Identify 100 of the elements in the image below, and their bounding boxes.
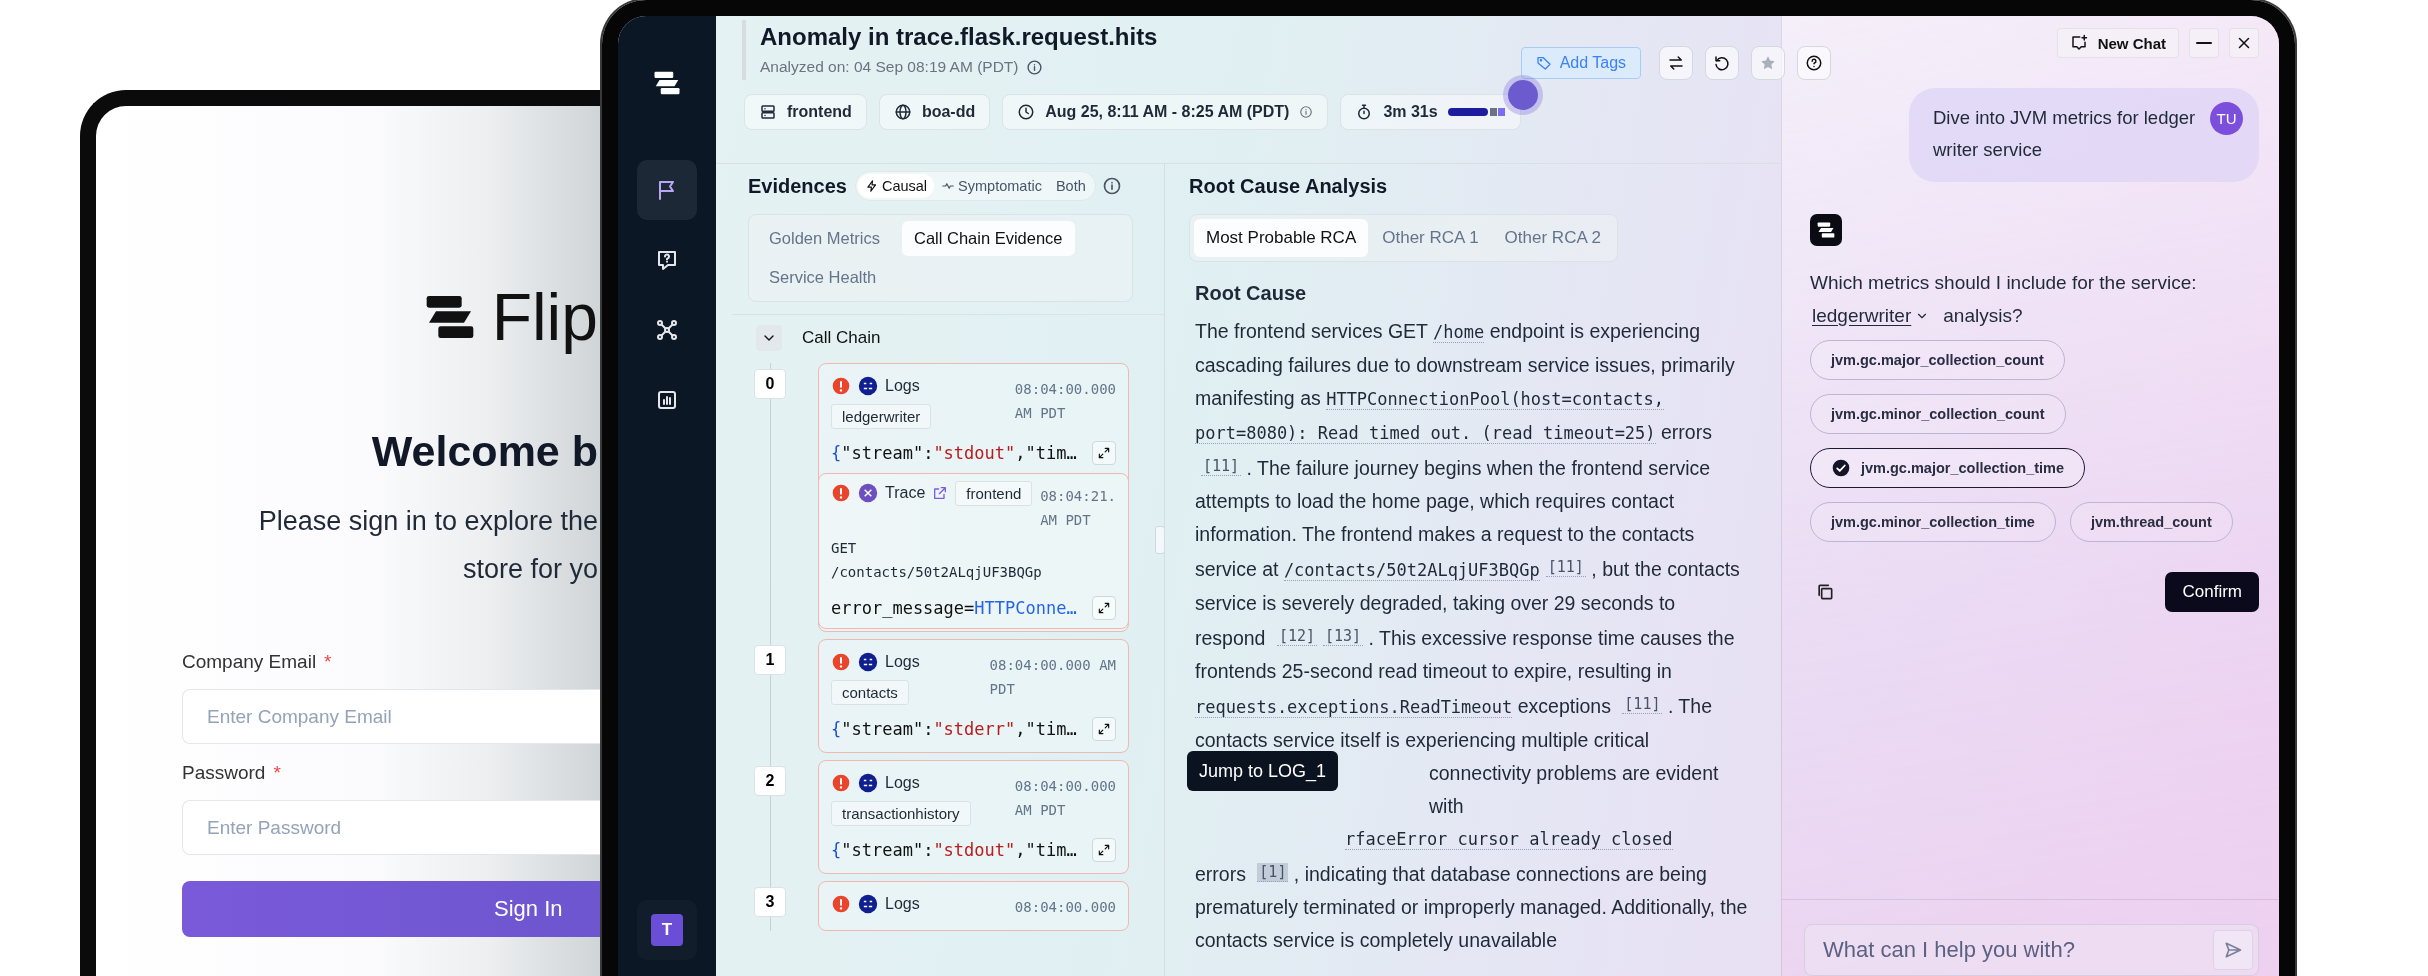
send-icon	[2223, 940, 2243, 960]
timestamp-text: AM PDT	[1040, 511, 1092, 530]
help-button[interactable]	[1797, 46, 1832, 80]
evidence-card[interactable]: Logs ledgerwriter 08:04:00.000 AM PDT {"stream":"stdout","tim… Trace frontend 08:04:21. AM PDT GET /contacts/50t2ALqjUF3BQGp error_message=HTTPConne…	[818, 363, 1129, 632]
reference-link[interactable]: [11]	[1201, 457, 1242, 476]
log-snippet: {"stream":"stdout","tim…	[831, 840, 1077, 860]
field-label: Password	[182, 762, 266, 785]
tab[interactable]: Golden Metrics	[757, 221, 892, 256]
minimize-button[interactable]	[2189, 28, 2219, 58]
tab[interactable]: Call Chain Evidence	[901, 221, 1075, 256]
timestamp-text: 08:04:00.000	[1014, 898, 1116, 917]
metric-option[interactable]: jvm.gc.major_collection_count	[1810, 340, 2065, 380]
tab[interactable]: Service Health	[757, 260, 889, 295]
lightning-icon	[864, 179, 879, 193]
swap-arrows-icon	[1667, 54, 1686, 72]
metric-option[interactable]: jvm.thread_count	[2069, 502, 2233, 542]
timestamp-text: PDT	[989, 680, 1016, 699]
expand-button[interactable]	[1092, 717, 1116, 741]
filter-chip[interactable]: frontend	[744, 94, 867, 130]
swap-button[interactable]	[1659, 46, 1694, 80]
info-icon	[1101, 176, 1122, 196]
service-tag: frontend	[955, 480, 1033, 506]
evidence-card[interactable]: Logs contacts 08:04:00.000 AM PDT {"stream":"stderr","tim…	[818, 639, 1129, 753]
circle-logo-icon	[858, 376, 878, 396]
analysis-paragraph: errors $^{[1]}$ , indicating that database connections are being prematurely terminated or improperly managed. Additionally, the contacts service is completely unavailable	[1195, 862, 1749, 953]
cursor-marker	[1508, 80, 1538, 110]
copy-icon	[1815, 582, 1835, 602]
undo-icon	[1713, 54, 1732, 72]
filter-chip[interactable]: boa-dd	[878, 94, 991, 130]
service-dropdown[interactable]: ledgerwriter	[1812, 299, 1930, 332]
filter-option[interactable]: Causal	[857, 174, 935, 198]
source-label: Trace	[885, 484, 926, 502]
expand-button[interactable]	[1092, 838, 1116, 862]
tab[interactable]: Most Probable RCA	[1194, 219, 1369, 257]
user-message-text: Dive into JVM metrics for ledgerwriter service	[1933, 106, 2196, 162]
panel-title: Evidences	[748, 174, 847, 198]
service-tag: ledgerwriter	[831, 404, 932, 429]
sign-in-button[interactable]: Sign In	[182, 881, 602, 938]
filter-chip[interactable]: Aug 25, 8:11 AM - 8:25 AM (PDT)	[1002, 94, 1329, 130]
info-icon	[1299, 105, 1314, 119]
trace-card[interactable]: Trace frontend 08:04:21. AM PDT GET /contacts/50t2ALqjUF3BQGp error_message=HTTPConne…	[818, 473, 1129, 629]
input-field[interactable]: Enter Password	[182, 800, 602, 856]
step-index: 2	[754, 766, 786, 796]
nodes-icon	[655, 318, 679, 342]
filter-chip[interactable]: 3m 31s	[1340, 94, 1521, 130]
alert-icon	[831, 894, 851, 914]
reference-link[interactable]: [11]	[1622, 695, 1663, 714]
collapse-button[interactable]	[756, 325, 782, 351]
expand-icon	[1097, 601, 1111, 615]
expand-button[interactable]	[1092, 441, 1116, 465]
tab[interactable]: Other RCA 1	[1370, 219, 1491, 257]
metric-option[interactable]: jvm.gc.minor_collection_time	[1810, 502, 2056, 542]
undo-button[interactable]	[1705, 46, 1740, 80]
circle-logo-icon	[858, 894, 878, 914]
minimize-icon	[2195, 41, 2213, 45]
resize-handle[interactable]	[1155, 526, 1164, 554]
close-button[interactable]	[2229, 28, 2259, 58]
log-snippet: error_message=HTTPConne…	[831, 598, 1077, 618]
input-field[interactable]: Enter Company Email	[182, 689, 602, 745]
source-label: Logs	[885, 895, 920, 913]
step-index: 1	[754, 645, 786, 675]
duration-bar-drawing	[1447, 107, 1506, 117]
new-chat-icon	[2069, 34, 2088, 52]
subtitle-text: Please sign in to explore the	[258, 505, 598, 539]
section-heading: Root Cause	[1195, 282, 1308, 305]
server-icon	[759, 103, 777, 121]
expand-button[interactable]	[1092, 596, 1116, 620]
field-label: Company Email	[182, 651, 317, 674]
timestamp-text: 08:04:00.000	[1014, 777, 1116, 796]
user-avatar[interactable]: T	[651, 914, 683, 946]
service-tag: contacts	[831, 680, 909, 705]
reference-link[interactable]: [1]	[1257, 863, 1289, 882]
filter-option[interactable]: Both	[1048, 174, 1093, 198]
evidence-card[interactable]: Logs 08:04:00.000	[818, 881, 1129, 931]
assistant-question: Which metrics should I include for the service: ledgerwriter analysis?	[1810, 266, 2259, 332]
timestamp-text: AM PDT	[1014, 404, 1067, 423]
tab[interactable]: Other RCA 2	[1492, 219, 1613, 257]
send-button[interactable]	[2213, 930, 2253, 970]
filter-option[interactable]: Symptomatic	[934, 174, 1049, 198]
chat-input[interactable]: What can I help you with?	[1804, 924, 2259, 976]
sidebar-nav-item[interactable]	[637, 160, 697, 220]
timestamp-text: 08:04:00.000 AM	[989, 656, 1116, 675]
expand-icon	[1097, 446, 1111, 460]
reference-link[interactable]: [11]	[1545, 558, 1586, 577]
globe-icon	[893, 103, 912, 121]
alert-icon	[831, 483, 851, 503]
metric-option[interactable]: jvm.gc.minor_collection_count	[1810, 394, 2066, 434]
logo-icon	[1816, 220, 1836, 240]
panel-title: Root Cause Analysis	[1189, 174, 1389, 199]
analysis-text: connectivity problems are evident with	[1429, 762, 1719, 817]
confirm-button[interactable]: Confirm	[2165, 572, 2259, 612]
required-mark: *	[324, 651, 332, 674]
reference-link[interactable]: [13]	[1323, 627, 1364, 646]
source-label: Logs	[885, 653, 920, 671]
timestamp-text: 08:04:00.000	[1014, 380, 1116, 399]
new-chat-button[interactable]: New Chat	[2056, 28, 2179, 58]
timestamp-text: 08:04:21.	[1040, 487, 1116, 506]
evidence-card[interactable]: Logs transactionhistory 08:04:00.000 AM PDT {"stream":"stdout","tim…	[818, 760, 1129, 874]
metric-option[interactable]: jvm.gc.major_collection_time	[1810, 448, 2086, 488]
reference-link[interactable]: [12]	[1276, 627, 1317, 646]
